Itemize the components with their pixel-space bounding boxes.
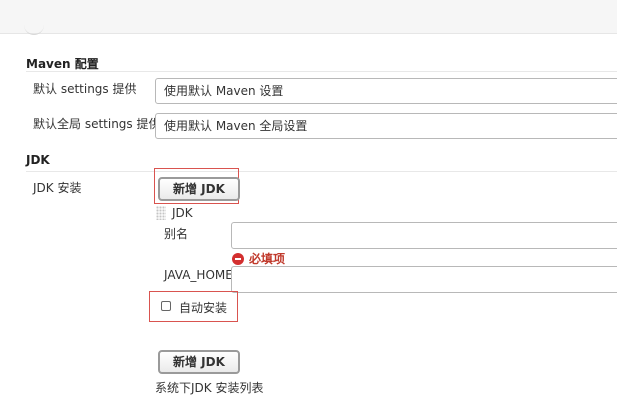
default-settings-select[interactable]: 使用默认 Maven 设置 xyxy=(155,78,617,104)
top-bar-decoration xyxy=(24,20,44,35)
error-icon xyxy=(232,252,244,265)
java-home-label: JAVA_HOME xyxy=(164,268,233,282)
java-home-input[interactable] xyxy=(231,266,617,293)
maven-section-title: Maven 配置 xyxy=(26,57,99,71)
global-settings-label: 默认全局 settings 提供 xyxy=(33,117,161,131)
system-jdk-list-text: 系统下JDK 安装列表 xyxy=(155,381,264,395)
jdk-section-divider xyxy=(26,171,617,172)
alias-input[interactable] xyxy=(231,222,617,249)
jdk-block-title: JDK xyxy=(172,206,193,220)
auto-install-label[interactable]: 自动安装 xyxy=(179,299,227,316)
maven-section-divider xyxy=(26,71,617,72)
add-jdk-button-bottom[interactable]: 新增 JDK xyxy=(158,350,240,374)
required-text: 必填项 xyxy=(249,252,286,266)
default-settings-label: 默认 settings 提供 xyxy=(33,82,137,96)
alias-required-message: 必填项 xyxy=(232,250,285,267)
alias-label: 别名 xyxy=(164,227,189,241)
jdk-install-label: JDK 安装 xyxy=(33,181,82,195)
top-bar xyxy=(0,0,617,35)
add-jdk-button[interactable]: 新增 JDK xyxy=(158,177,240,201)
global-settings-select[interactable]: 使用默认 Maven 全局设置 xyxy=(155,113,617,139)
auto-install-checkbox[interactable] xyxy=(161,301,171,311)
jdk-section-title: JDK xyxy=(26,153,50,167)
drag-handle-icon[interactable] xyxy=(156,206,166,220)
